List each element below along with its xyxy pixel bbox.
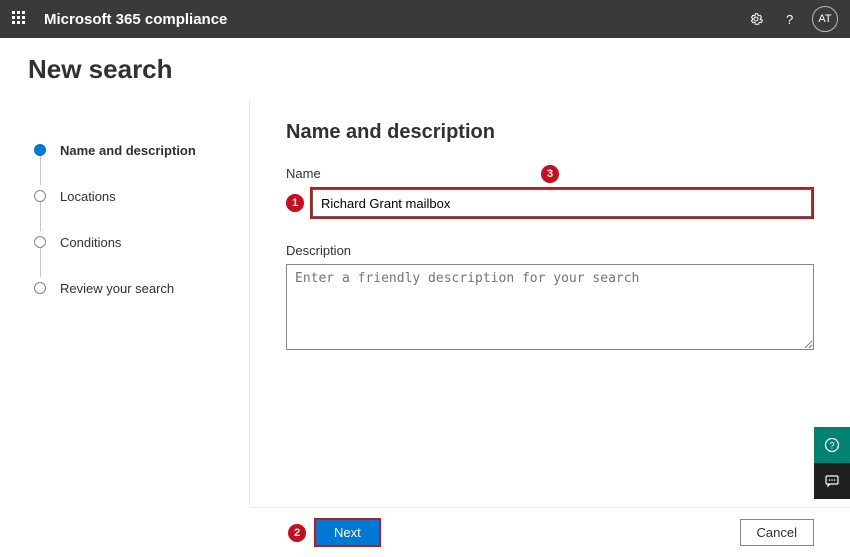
floating-actions: ? xyxy=(814,427,850,499)
name-input-highlight xyxy=(310,187,814,219)
top-bar: Microsoft 365 compliance ? AT xyxy=(0,0,850,38)
annotation-2: 2 xyxy=(288,524,306,542)
step-label: Review your search xyxy=(60,281,174,296)
step-label: Locations xyxy=(60,189,116,204)
description-label: Description xyxy=(286,243,814,258)
step-bullet-icon xyxy=(34,190,46,202)
step-name-and-description[interactable]: Name and description xyxy=(34,127,237,173)
description-input[interactable] xyxy=(286,264,814,350)
step-label: Conditions xyxy=(60,235,121,250)
cancel-button[interactable]: Cancel xyxy=(740,519,814,546)
help-float-icon[interactable]: ? xyxy=(814,427,850,463)
step-bullet-icon xyxy=(34,144,46,156)
annotation-1: 1 xyxy=(286,194,304,212)
step-conditions[interactable]: Conditions xyxy=(34,219,237,265)
avatar[interactable]: AT xyxy=(812,6,838,32)
wizard-footer: 2 Next Cancel xyxy=(252,507,850,557)
wizard-steps: Name and description Locations Condition… xyxy=(0,99,250,508)
svg-text:?: ? xyxy=(830,441,835,451)
name-input[interactable] xyxy=(312,189,812,217)
step-bullet-icon xyxy=(34,282,46,294)
gear-icon[interactable] xyxy=(742,5,770,33)
main-panel: Name and description Name 1 3 Descriptio… xyxy=(250,99,850,508)
feedback-float-icon[interactable] xyxy=(814,463,850,499)
svg-text:?: ? xyxy=(786,12,793,26)
form-heading: Name and description xyxy=(286,121,814,144)
app-title: Microsoft 365 compliance xyxy=(44,11,227,28)
next-button-highlight: Next xyxy=(314,518,381,547)
page-title: New search xyxy=(0,38,850,99)
help-icon[interactable]: ? xyxy=(776,5,804,33)
step-locations[interactable]: Locations xyxy=(34,173,237,219)
app-launcher-icon[interactable] xyxy=(12,11,28,27)
step-review[interactable]: Review your search xyxy=(34,265,237,311)
step-label: Name and description xyxy=(60,143,196,158)
next-button[interactable]: Next xyxy=(316,520,379,545)
step-bullet-icon xyxy=(34,236,46,248)
annotation-3: 3 xyxy=(541,165,559,183)
